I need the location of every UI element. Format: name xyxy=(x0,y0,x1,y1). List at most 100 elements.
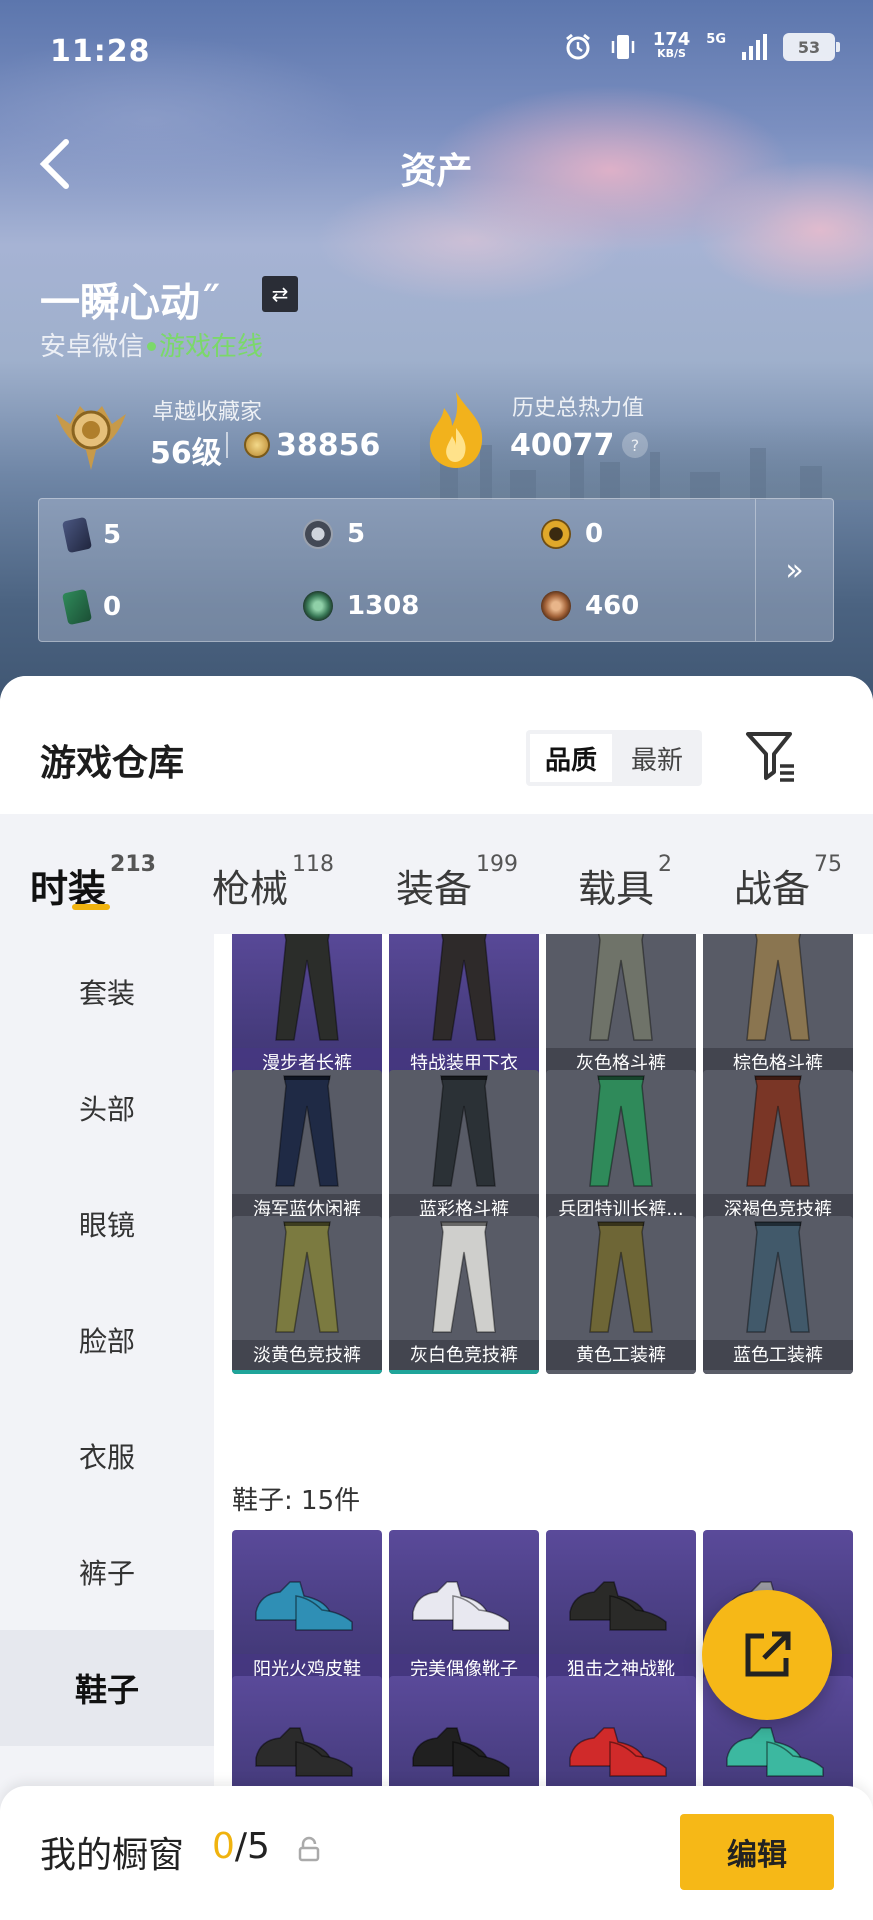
status-bar: 11:28 174 KB/S 5G 53 xyxy=(0,0,873,100)
platform-label: 安卓微信 xyxy=(40,332,145,362)
sort-latest-button[interactable]: 最新 xyxy=(616,734,698,782)
battery-icon: 53 xyxy=(783,33,840,61)
item-card[interactable]: 完美偶像靴子 xyxy=(389,1530,539,1688)
lock-icon xyxy=(298,1836,320,1862)
warehouse-header: 游戏仓库 品质 最新 xyxy=(0,676,873,814)
collector-title: 卓越收藏家 xyxy=(152,400,263,425)
alarm-icon xyxy=(565,33,590,60)
bronze-coin-icon xyxy=(541,591,571,621)
network-type: 5G xyxy=(706,32,726,47)
item-image xyxy=(746,934,810,1041)
item-card[interactable]: 深褐色竞技裤 xyxy=(703,1070,853,1228)
item-image xyxy=(255,1727,353,1777)
switch-account-button[interactable]: ⇄ xyxy=(262,276,298,312)
quality-bar xyxy=(232,1370,382,1374)
item-card[interactable]: 海军蓝休闲裤 xyxy=(232,1070,382,1228)
item-card[interactable]: 特战装甲下衣 xyxy=(389,934,539,1082)
stat-item: 5 xyxy=(303,519,365,549)
share-button[interactable] xyxy=(702,1590,832,1720)
vibrate-icon xyxy=(611,35,634,59)
stat-item: 5 xyxy=(61,516,121,554)
filter-icon[interactable] xyxy=(744,728,798,784)
divider xyxy=(226,432,228,458)
currency-panel: 5 5 0 0 1308 460 » xyxy=(38,498,834,642)
expand-stats-button[interactable]: » xyxy=(755,499,833,641)
sidebar-item-clothes[interactable]: 衣服 xyxy=(0,1398,214,1514)
sidebar-item-head[interactable]: 头部 xyxy=(0,1050,214,1166)
stat-item: 0 xyxy=(61,588,121,626)
item-card[interactable]: 蓝彩格斗裤 xyxy=(389,1070,539,1228)
category-tabs: 时装213 枪械118 装备199 载具2 战备75 xyxy=(0,814,873,934)
tab-equipment[interactable]: 装备199 xyxy=(396,852,518,913)
active-tab-indicator xyxy=(72,904,110,910)
item-image xyxy=(275,1221,339,1333)
showcase-bar: 我的橱窗 0/5 编辑 xyxy=(0,1786,873,1920)
item-card[interactable]: 兵团特训长裤... xyxy=(546,1070,696,1228)
quality-bar xyxy=(546,1370,696,1374)
sort-quality-button[interactable]: 品质 xyxy=(530,734,612,782)
tab-weapons[interactable]: 枪械118 xyxy=(212,852,334,913)
showcase-count: 0/5 xyxy=(212,1826,270,1867)
help-icon[interactable]: ? xyxy=(622,432,648,458)
item-card[interactable]: 蓝色工装裤 xyxy=(703,1216,853,1374)
showcase-label: 我的橱窗 xyxy=(40,1835,185,1876)
heat-title: 历史总热力值 xyxy=(512,396,645,421)
item-name: 淡黄色竞技裤 xyxy=(232,1340,382,1374)
sidebar-item-pants[interactable]: 裤子 xyxy=(0,1514,214,1630)
platform-status: 安卓微信 游戏在线 xyxy=(40,326,263,363)
item-image xyxy=(569,1727,667,1777)
item-card[interactable]: 淡黄色竞技裤 xyxy=(232,1216,382,1374)
item-image xyxy=(412,1581,510,1631)
item-card[interactable]: 灰白色竞技裤 xyxy=(389,1216,539,1374)
player-name: 一瞬心动˝ xyxy=(40,280,220,326)
online-status: 游戏在线 xyxy=(159,332,264,362)
page-title: 资产 xyxy=(400,151,473,192)
green-ticket-icon xyxy=(61,588,93,626)
item-name: 灰白色竞技裤 xyxy=(389,1340,539,1374)
item-image xyxy=(569,1581,667,1631)
sidebar-item-outfit[interactable]: 套装 xyxy=(0,934,214,1050)
item-card[interactable]: 阳光火鸡皮鞋 xyxy=(232,1530,382,1688)
double-chevron-right-icon: » xyxy=(785,552,804,588)
sidebar-item-glasses[interactable]: 眼镜 xyxy=(0,1166,214,1282)
shoes-section-title: 鞋子: 15件 xyxy=(232,1486,361,1516)
quality-bar xyxy=(703,1370,853,1374)
item-image xyxy=(255,1581,353,1631)
clock: 11:28 xyxy=(50,34,151,69)
stat-item: 1308 xyxy=(303,591,419,621)
item-card[interactable]: 漫步者长裤 xyxy=(232,934,382,1082)
item-image xyxy=(275,934,339,1041)
tab-vehicles[interactable]: 载具2 xyxy=(578,852,672,913)
item-image xyxy=(432,1075,496,1187)
item-image xyxy=(412,1727,510,1777)
sidebar-item-shoes[interactable]: 鞋子 xyxy=(0,1630,214,1746)
item-image xyxy=(746,1221,810,1333)
item-image xyxy=(589,1221,653,1333)
collector-level: 56级 xyxy=(150,436,222,471)
item-card[interactable]: 黄色工装裤 xyxy=(546,1216,696,1374)
silver-coin-icon xyxy=(303,519,333,549)
gold-badge-icon xyxy=(541,519,571,549)
item-card[interactable]: 棕色格斗裤 xyxy=(703,934,853,1082)
item-image xyxy=(589,934,653,1041)
item-image xyxy=(589,1075,653,1187)
external-link-icon xyxy=(745,1631,791,1677)
heat-value: 40077 xyxy=(510,428,615,463)
item-image xyxy=(432,934,496,1041)
quality-bar xyxy=(389,1370,539,1374)
stat-item: 0 xyxy=(541,519,603,549)
item-name: 蓝色工装裤 xyxy=(703,1340,853,1374)
collector-medal-icon xyxy=(56,406,126,470)
tab-supplies[interactable]: 战备75 xyxy=(734,852,842,913)
warehouse-panel: 游戏仓库 品质 最新 时装213 枪械118 装备199 载具2 战备75 套装… xyxy=(0,676,873,1920)
sidebar-item-face[interactable]: 脸部 xyxy=(0,1282,214,1398)
item-card[interactable]: 狙击之神战靴 xyxy=(546,1530,696,1688)
item-grid: 鞋子: 15件 漫步者长裤 特战装甲下衣 灰色格斗裤 棕色格斗裤海军蓝休闲裤 蓝彩格斗裤… xyxy=(214,934,873,1920)
item-card[interactable]: 灰色格斗裤 xyxy=(546,934,696,1082)
sort-toggle: 品质 最新 xyxy=(526,730,702,786)
online-dot xyxy=(147,342,157,351)
edit-showcase-button[interactable]: 编辑 xyxy=(680,1814,834,1890)
stat-item: 460 xyxy=(541,591,639,621)
item-image xyxy=(746,1075,810,1187)
item-image xyxy=(432,1221,496,1333)
